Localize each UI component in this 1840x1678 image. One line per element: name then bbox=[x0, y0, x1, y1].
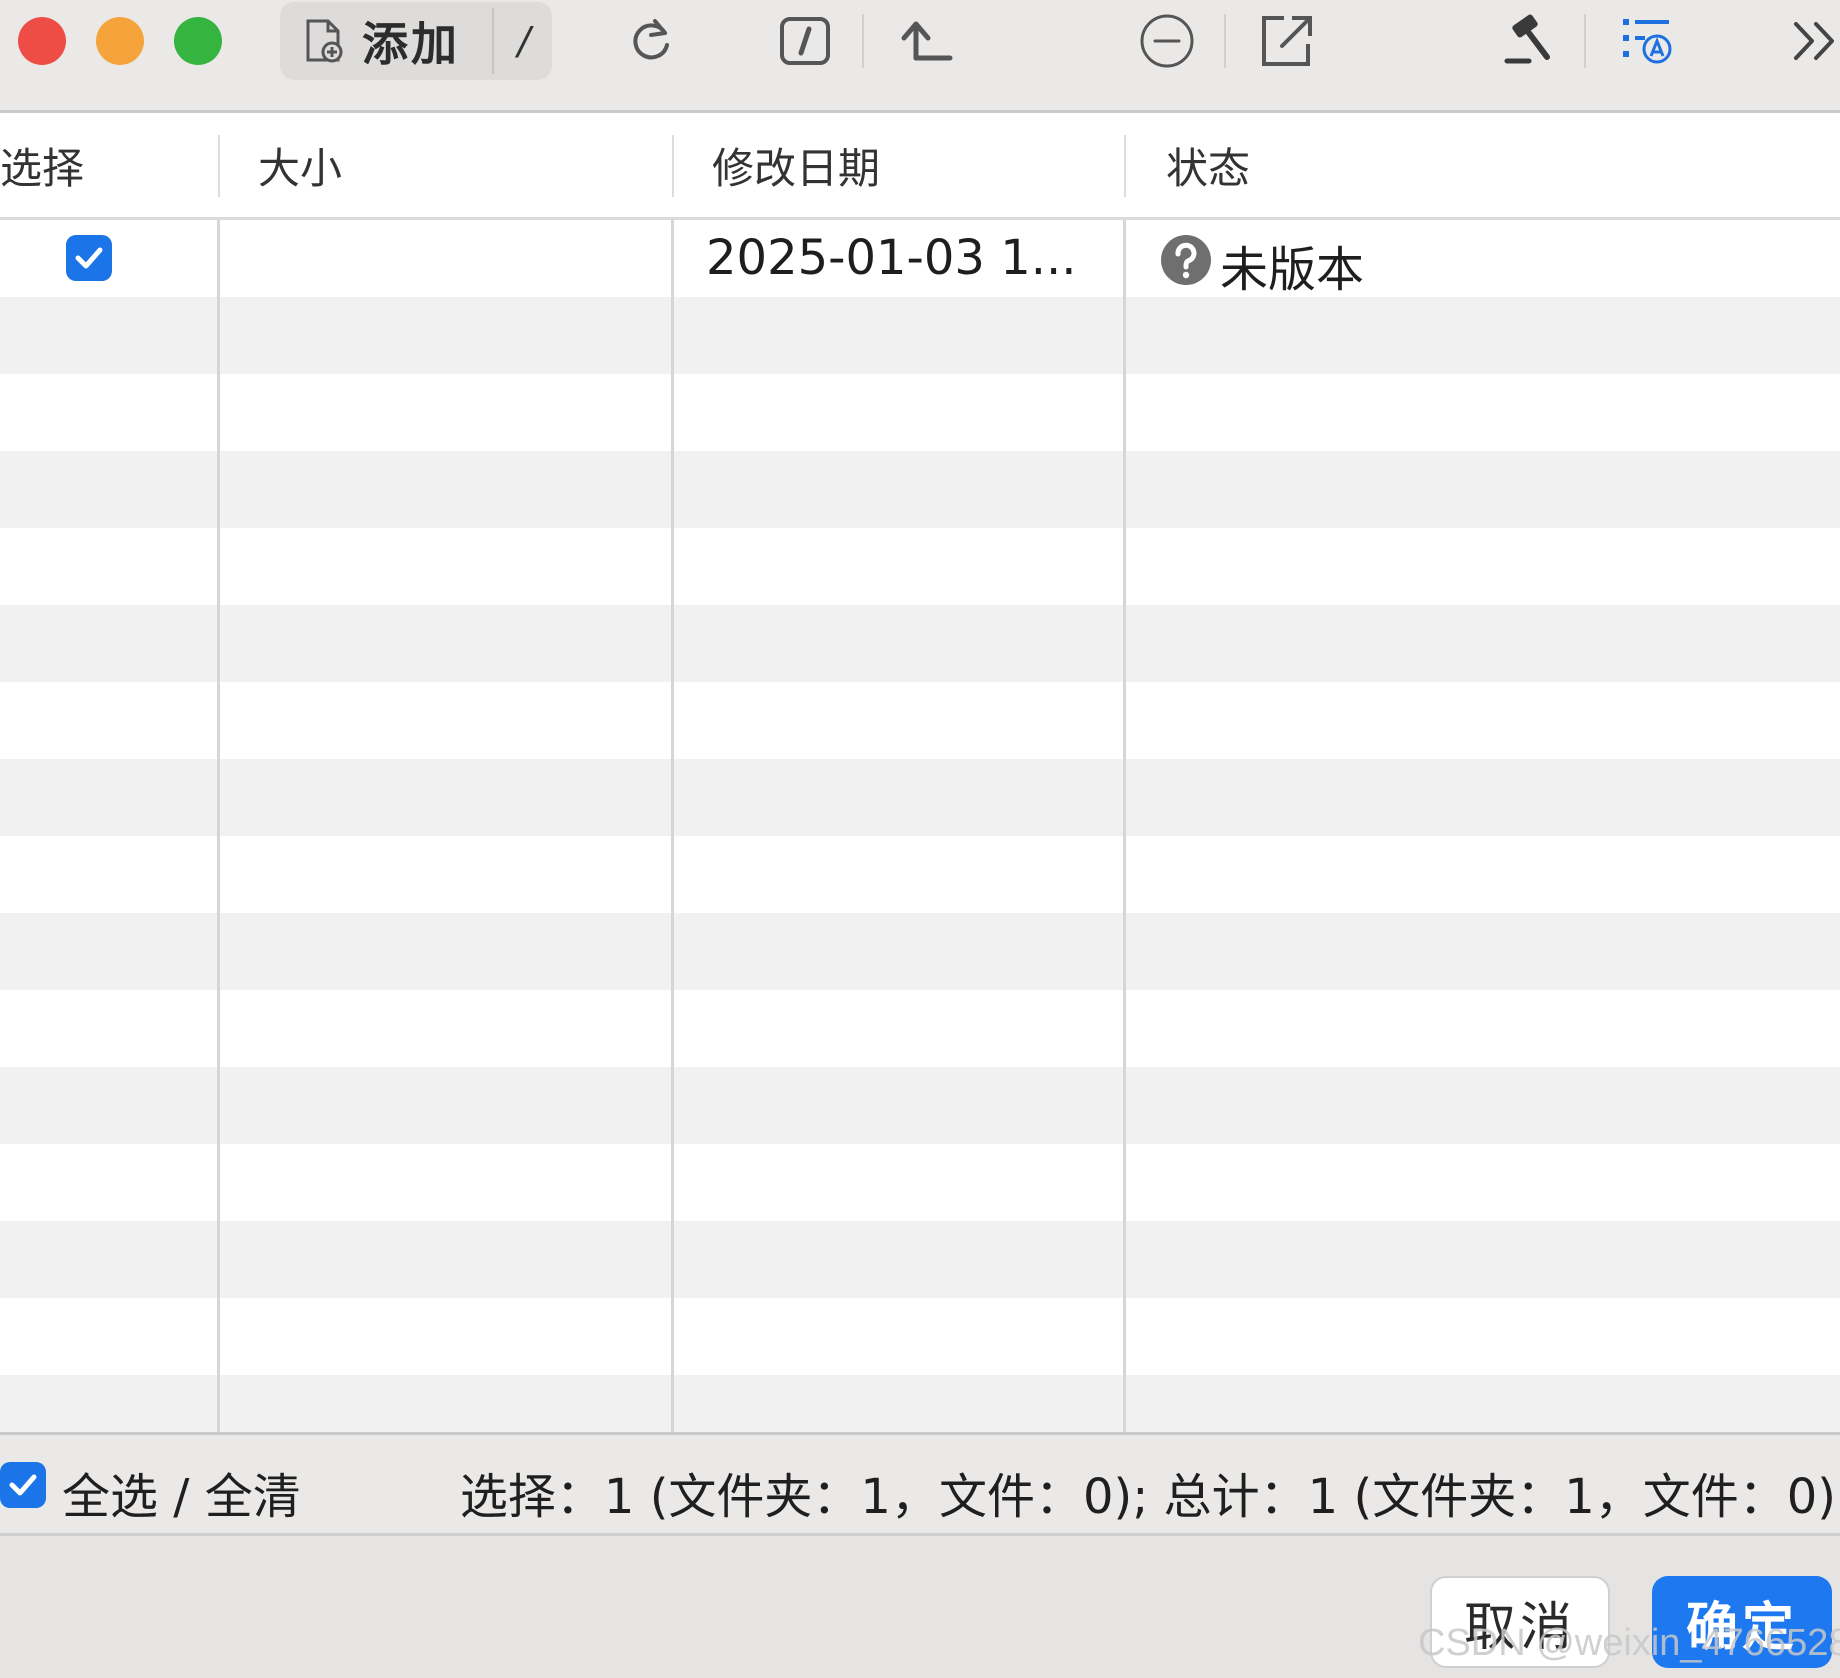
zoom-window-button[interactable] bbox=[174, 17, 222, 65]
close-window-button[interactable] bbox=[18, 17, 66, 65]
table-header: 选择 大小 修改日期 状态 bbox=[0, 113, 1840, 220]
empty-row bbox=[0, 1298, 1840, 1375]
empty-row bbox=[0, 1144, 1840, 1221]
empty-row bbox=[0, 528, 1840, 605]
list-annotate-icon bbox=[1623, 19, 1672, 64]
empty-row bbox=[0, 1375, 1840, 1432]
empty-row bbox=[0, 1221, 1840, 1298]
column-divider[interactable] bbox=[1124, 135, 1126, 197]
minimize-window-button[interactable] bbox=[96, 17, 144, 65]
hammer-icon bbox=[1504, 14, 1550, 64]
toolbar-divider bbox=[1224, 14, 1226, 68]
up-button[interactable] bbox=[894, 8, 960, 74]
row-select-checkbox[interactable] bbox=[66, 235, 112, 281]
column-divider[interactable] bbox=[672, 135, 674, 197]
empty-row bbox=[0, 297, 1840, 374]
more-chevron-icon bbox=[1794, 22, 1834, 60]
refresh-icon bbox=[633, 19, 669, 60]
up-arrow-icon bbox=[901, 21, 953, 61]
empty-row bbox=[0, 1067, 1840, 1144]
minus-circle-icon bbox=[1140, 14, 1194, 68]
empty-row bbox=[0, 451, 1840, 528]
export-button[interactable] bbox=[1254, 8, 1320, 74]
column-header-size[interactable]: 大小 bbox=[258, 113, 342, 217]
column-gridline bbox=[217, 220, 220, 1432]
row-modified-date: 2025-01-03 1... bbox=[706, 230, 1077, 286]
file-table: 2025-01-03 1... 未版本 bbox=[0, 220, 1840, 1432]
add-dropdown-button[interactable]: / bbox=[496, 2, 552, 80]
empty-row bbox=[0, 759, 1840, 836]
remove-button[interactable] bbox=[1134, 8, 1200, 74]
cancel-button[interactable]: 取消 bbox=[1430, 1576, 1610, 1668]
add-button[interactable]: 添加 bbox=[280, 2, 490, 80]
edit-button[interactable] bbox=[772, 8, 838, 74]
question-circle-icon bbox=[1161, 235, 1211, 285]
dialog-button-bar: 取消 确定 bbox=[0, 1536, 1840, 1678]
add-file-icon bbox=[306, 19, 343, 63]
empty-row bbox=[0, 836, 1840, 913]
select-all-checkbox[interactable] bbox=[0, 1462, 46, 1508]
overflow-button[interactable] bbox=[1782, 8, 1840, 74]
toolbar-divider bbox=[862, 14, 864, 68]
empty-row bbox=[0, 913, 1840, 990]
column-divider[interactable] bbox=[218, 135, 220, 197]
checkmark-icon bbox=[75, 247, 103, 269]
add-button-label: 添加 bbox=[362, 17, 460, 71]
column-header-select[interactable]: 选择 bbox=[0, 113, 84, 217]
add-button-group: 添加 / bbox=[280, 2, 552, 80]
refresh-button[interactable] bbox=[618, 8, 684, 74]
empty-row bbox=[0, 990, 1840, 1067]
select-all-label[interactable]: 全选 / 全清 bbox=[62, 1457, 301, 1527]
add-button-divider bbox=[492, 8, 494, 74]
selection-status-bar: 全选 / 全清 选择：1 (文件夹：1，文件：0); 总计：1 (文件夹：1，文… bbox=[0, 1432, 1840, 1536]
column-header-modified[interactable]: 修改日期 bbox=[712, 113, 880, 217]
export-icon bbox=[1262, 16, 1312, 66]
ok-button[interactable]: 确定 bbox=[1652, 1576, 1832, 1668]
toolbar: 添加 / bbox=[0, 0, 1840, 113]
column-header-status[interactable]: 状态 bbox=[1166, 113, 1250, 217]
toolbar-divider bbox=[1584, 14, 1586, 68]
build-button[interactable] bbox=[1494, 8, 1560, 74]
annotate-list-button[interactable] bbox=[1614, 8, 1680, 74]
row-status: 未版本 bbox=[1220, 242, 1365, 298]
empty-row bbox=[0, 374, 1840, 451]
checkmark-icon bbox=[9, 1474, 37, 1496]
column-gridline bbox=[1123, 220, 1126, 1432]
edit-icon bbox=[780, 17, 830, 65]
empty-row bbox=[0, 682, 1840, 759]
selection-summary: 选择：1 (文件夹：1，文件：0); 总计：1 (文件夹：1，文件：0) bbox=[459, 1469, 1836, 1525]
empty-row bbox=[0, 605, 1840, 682]
column-gridline bbox=[671, 220, 674, 1432]
table-row[interactable]: 2025-01-03 1... 未版本 bbox=[0, 220, 1840, 298]
